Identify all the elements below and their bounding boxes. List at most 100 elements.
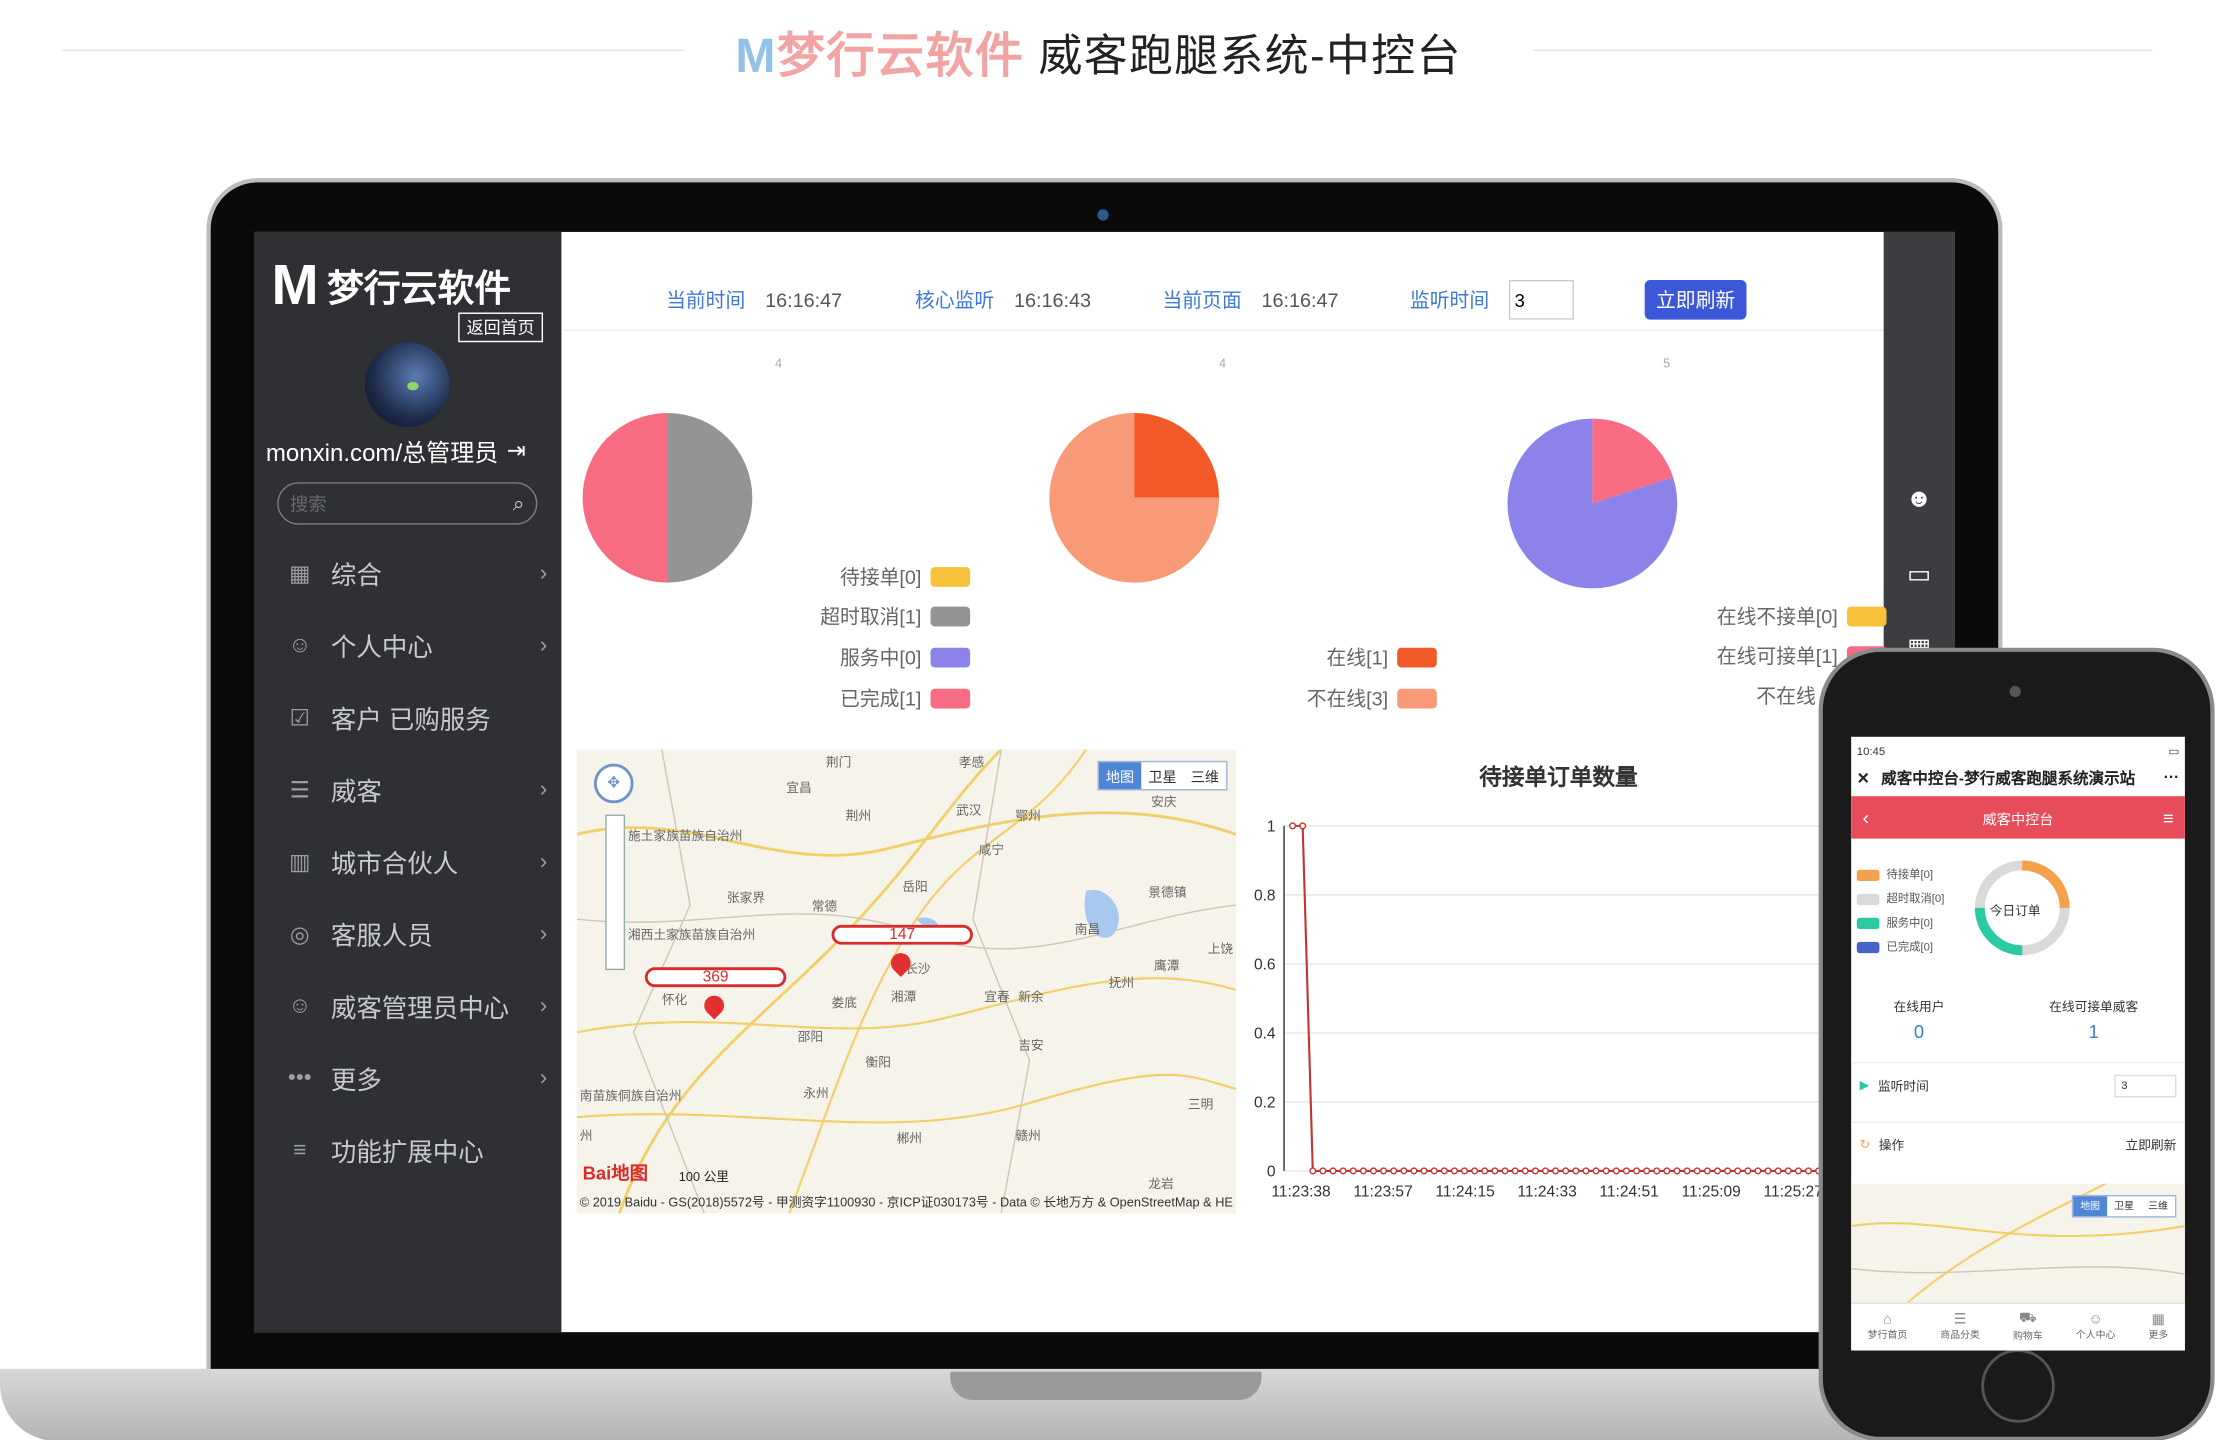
sidebar-item[interactable]: ≡ 功能扩展中心 [255, 1114, 562, 1186]
mobile-map[interactable]: 地图 卫星 三维 [1851, 1183, 2185, 1303]
map-zoom-slider[interactable] [605, 814, 626, 971]
sidebar-item[interactable]: ☺ 威客管理员中心 › [255, 970, 562, 1042]
search-input[interactable] [289, 492, 488, 515]
phone-home-button[interactable] [1981, 1349, 2055, 1423]
data-point[interactable] [1673, 1167, 1681, 1175]
map-mode-satellite[interactable]: 卫星 [1141, 762, 1183, 789]
data-point[interactable] [1450, 1167, 1458, 1175]
refresh-button[interactable]: 立即刷新 [1644, 280, 1747, 320]
map-marker-label[interactable]: 369 [644, 967, 787, 988]
data-point[interactable] [1572, 1167, 1580, 1175]
tab-cart[interactable]: ⛟ 购物车 [2013, 1311, 2043, 1344]
data-point[interactable] [1754, 1167, 1762, 1175]
map-marker-label[interactable]: 147 [831, 924, 973, 945]
tab-more[interactable]: ▦ 更多 [2148, 1312, 2168, 1342]
close-icon[interactable]: ✕ [1857, 769, 1870, 787]
mobile-legend-item[interactable]: 待接单[0] [1856, 867, 1933, 883]
tab-home[interactable]: ⌂ 梦行首页 [1868, 1312, 1908, 1342]
mobile-refresh-button[interactable]: 立即刷新 [2125, 1136, 2176, 1154]
legend-item[interactable]: 待接单[0] [840, 563, 970, 591]
data-point[interactable] [1420, 1167, 1428, 1175]
data-point[interactable] [1531, 1167, 1539, 1175]
listen-interval-input[interactable] [1508, 280, 1574, 320]
sidebar-logo[interactable]: M 梦行云软件 [272, 255, 511, 319]
data-point[interactable] [1774, 1167, 1782, 1175]
message-icon[interactable]: ▭ [1901, 560, 1938, 591]
pie-slice[interactable] [582, 412, 668, 583]
data-point[interactable] [1724, 1167, 1732, 1175]
data-point[interactable] [1440, 1167, 1448, 1175]
data-point[interactable] [1430, 1167, 1438, 1175]
legend-item[interactable]: 在线[1] [1326, 643, 1437, 671]
user-name[interactable]: monxin.com/总管理员 ⇥ [266, 433, 526, 468]
mobile-legend-item[interactable]: 已完成[0] [1856, 939, 1933, 955]
data-point[interactable] [1744, 1167, 1752, 1175]
data-point[interactable] [1471, 1167, 1479, 1175]
data-point[interactable] [1562, 1167, 1570, 1175]
map-pan-control[interactable]: ✥ [593, 763, 634, 804]
data-point[interactable] [1380, 1167, 1388, 1175]
data-point[interactable] [1501, 1167, 1509, 1175]
data-point[interactable] [1541, 1167, 1550, 1175]
tab-profile[interactable]: ☺ 个人中心 [2076, 1312, 2116, 1342]
mobile-legend-item[interactable]: 超时取消[0] [1856, 891, 1944, 907]
map-mode-map[interactable]: 地图 [2073, 1196, 2108, 1217]
pie-slice[interactable] [1134, 412, 1220, 498]
pie-slice[interactable] [667, 412, 753, 583]
data-point[interactable] [1400, 1167, 1408, 1175]
data-point[interactable] [1299, 822, 1307, 830]
map-mode-map[interactable]: 地图 [1098, 762, 1142, 790]
data-point[interactable] [1339, 1167, 1347, 1175]
baidu-map[interactable]: ✥ 地图 卫星 三维 荆门 孝感 宜昌 荆州 武汉 鄂州 安庆 施土家族苗族自治州 咸宁 张家界常… [576, 749, 1236, 1214]
data-point[interactable] [1612, 1167, 1620, 1175]
data-point[interactable] [1511, 1167, 1519, 1175]
data-point[interactable] [1309, 1167, 1317, 1175]
data-point[interactable] [1713, 1167, 1721, 1175]
legend-item[interactable]: 超时取消[1] [820, 602, 970, 630]
tab-categories[interactable]: ☰ 商品分类 [1940, 1312, 1980, 1342]
data-point[interactable] [1329, 1167, 1337, 1175]
sidebar-item[interactable]: ☰ 威客 › [255, 754, 562, 826]
data-point[interactable] [1602, 1167, 1610, 1175]
data-point[interactable] [1804, 1167, 1813, 1175]
legend-item[interactable]: 已完成[1] [840, 684, 970, 712]
sidebar-item[interactable]: ◎ 客服人员 › [255, 898, 562, 970]
data-point[interactable] [1632, 1167, 1641, 1175]
data-point[interactable] [1491, 1167, 1499, 1175]
map-mode-3d[interactable]: 三维 [1184, 762, 1226, 789]
sidebar-item[interactable]: ••• 更多 › [255, 1042, 562, 1114]
data-point[interactable] [1734, 1167, 1742, 1175]
legend-item[interactable]: 不在线[3] [1307, 684, 1437, 712]
data-point[interactable] [1693, 1167, 1701, 1175]
back-icon[interactable]: ‹ [1862, 806, 1869, 829]
data-point[interactable] [1349, 1167, 1357, 1175]
data-point[interactable] [1683, 1167, 1691, 1175]
map-mode-satellite[interactable]: 卫星 [2107, 1196, 2141, 1216]
legend-item[interactable]: 服务中[0] [840, 643, 970, 671]
data-point[interactable] [1703, 1167, 1711, 1175]
data-point[interactable] [1764, 1167, 1772, 1175]
data-point[interactable] [1552, 1167, 1560, 1175]
data-point[interactable] [1319, 1167, 1327, 1175]
more-icon[interactable]: ··· [2164, 769, 2180, 786]
map-mode-3d[interactable]: 三维 [2141, 1196, 2175, 1216]
logout-icon[interactable]: ⇥ [507, 436, 526, 464]
data-point[interactable] [1794, 1167, 1802, 1175]
legend-item[interactable]: 不在线 [1756, 682, 1815, 710]
data-point[interactable] [1410, 1167, 1418, 1175]
data-point[interactable] [1369, 1167, 1378, 1175]
sidebar-item[interactable]: ▥ 城市合伙人 › [255, 826, 562, 898]
home-link[interactable]: 返回首页 [458, 312, 544, 343]
menu-icon[interactable]: ≡ [2163, 807, 2174, 828]
sidebar-item[interactable]: ☑ 客户 已购服务 [255, 682, 562, 754]
data-point[interactable] [1390, 1167, 1398, 1175]
data-point[interactable] [1582, 1167, 1590, 1175]
data-point[interactable] [1289, 822, 1297, 830]
legend-item[interactable]: 在线不接单[0] [1717, 602, 1886, 630]
data-point[interactable] [1359, 1167, 1367, 1175]
data-point[interactable] [1461, 1167, 1469, 1175]
data-point[interactable] [1653, 1167, 1661, 1175]
avatar[interactable] [364, 342, 450, 428]
data-point[interactable] [1481, 1167, 1489, 1175]
data-point[interactable] [1663, 1167, 1671, 1175]
